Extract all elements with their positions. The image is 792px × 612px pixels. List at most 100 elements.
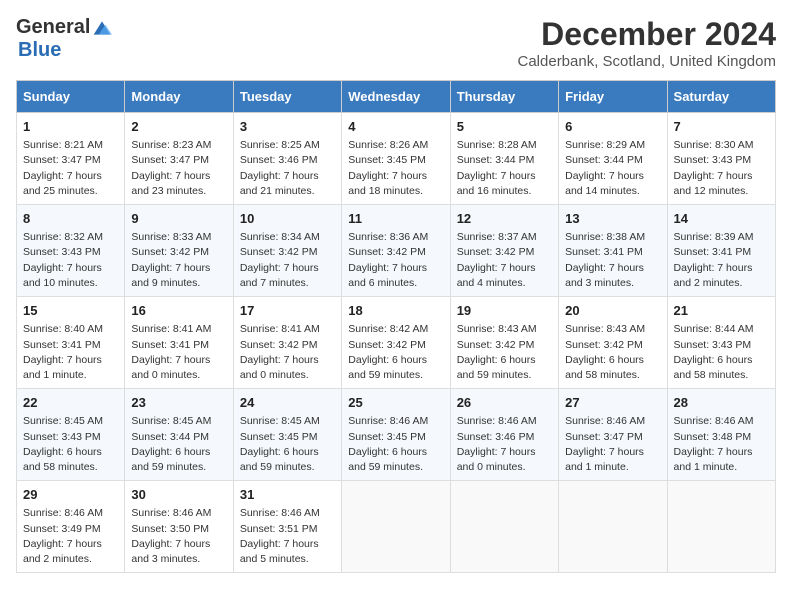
day-detail: Sunrise: 8:26 AM Sunset: 3:45 PM Dayligh…	[348, 138, 443, 199]
day-detail: Sunrise: 8:28 AM Sunset: 3:44 PM Dayligh…	[457, 138, 552, 199]
day-number: 1	[23, 118, 118, 136]
col-header-friday: Friday	[559, 81, 667, 113]
calendar-cell: 9 Sunrise: 8:33 AM Sunset: 3:42 PM Daylig…	[125, 205, 233, 297]
day-number: 19	[457, 302, 552, 320]
day-number: 11	[348, 210, 443, 228]
day-detail: Sunrise: 8:46 AM Sunset: 3:49 PM Dayligh…	[23, 506, 118, 567]
day-number: 8	[23, 210, 118, 228]
calendar-cell: 8 Sunrise: 8:32 AM Sunset: 3:43 PM Daylig…	[17, 205, 125, 297]
day-number: 25	[348, 394, 443, 412]
day-number: 21	[674, 302, 769, 320]
col-header-sunday: Sunday	[17, 81, 125, 113]
day-detail: Sunrise: 8:21 AM Sunset: 3:47 PM Dayligh…	[23, 138, 118, 199]
calendar-cell: 14 Sunrise: 8:39 AM Sunset: 3:41 PM Dayli…	[667, 205, 775, 297]
location: Calderbank, Scotland, United Kingdom	[518, 53, 777, 70]
calendar-cell: 10 Sunrise: 8:34 AM Sunset: 3:42 PM Dayli…	[233, 205, 341, 297]
col-header-wednesday: Wednesday	[342, 81, 450, 113]
day-detail: Sunrise: 8:39 AM Sunset: 3:41 PM Dayligh…	[674, 230, 769, 291]
day-detail: Sunrise: 8:36 AM Sunset: 3:42 PM Dayligh…	[348, 230, 443, 291]
day-number: 14	[674, 210, 769, 228]
calendar-cell	[342, 481, 450, 573]
day-detail: Sunrise: 8:46 AM Sunset: 3:45 PM Dayligh…	[348, 414, 443, 475]
calendar-cell: 15Sunrise: 8:40 AM Sunset: 3:41 PM Dayli…	[17, 297, 125, 389]
day-detail: Sunrise: 8:23 AM Sunset: 3:47 PM Dayligh…	[131, 138, 226, 199]
day-detail: Sunrise: 8:45 AM Sunset: 3:45 PM Dayligh…	[240, 414, 335, 475]
calendar-cell: 25 Sunrise: 8:46 AM Sunset: 3:45 PM Dayli…	[342, 389, 450, 481]
day-detail: Sunrise: 8:33 AM Sunset: 3:42 PM Dayligh…	[131, 230, 226, 291]
day-detail: Sunrise: 8:42 AM Sunset: 3:42 PM Dayligh…	[348, 322, 443, 383]
week-row-5: 29 Sunrise: 8:46 AM Sunset: 3:49 PM Dayli…	[17, 481, 776, 573]
calendar-cell: 16Sunrise: 8:41 AM Sunset: 3:41 PM Dayli…	[125, 297, 233, 389]
col-header-monday: Monday	[125, 81, 233, 113]
page-header: General Blue December 2024 Calderbank, S…	[16, 16, 776, 70]
day-detail: Sunrise: 8:34 AM Sunset: 3:42 PM Dayligh…	[240, 230, 335, 291]
day-number: 30	[131, 486, 226, 504]
day-number: 7	[674, 118, 769, 136]
calendar-cell: 23Sunrise: 8:45 AM Sunset: 3:44 PM Dayli…	[125, 389, 233, 481]
day-detail: Sunrise: 8:25 AM Sunset: 3:46 PM Dayligh…	[240, 138, 335, 199]
title-section: December 2024 Calderbank, Scotland, Unit…	[518, 16, 777, 70]
day-detail: Sunrise: 8:29 AM Sunset: 3:44 PM Dayligh…	[565, 138, 660, 199]
day-number: 15	[23, 302, 118, 320]
day-number: 3	[240, 118, 335, 136]
day-number: 29	[23, 486, 118, 504]
day-number: 6	[565, 118, 660, 136]
calendar-cell: 12 Sunrise: 8:37 AM Sunset: 3:42 PM Dayli…	[450, 205, 558, 297]
calendar-cell: 27Sunrise: 8:46 AM Sunset: 3:47 PM Dayli…	[559, 389, 667, 481]
day-detail: Sunrise: 8:30 AM Sunset: 3:43 PM Dayligh…	[674, 138, 769, 199]
calendar-cell	[667, 481, 775, 573]
calendar-cell: 13Sunrise: 8:38 AM Sunset: 3:41 PM Dayli…	[559, 205, 667, 297]
day-number: 10	[240, 210, 335, 228]
day-detail: Sunrise: 8:44 AM Sunset: 3:43 PM Dayligh…	[674, 322, 769, 383]
day-detail: Sunrise: 8:46 AM Sunset: 3:47 PM Dayligh…	[565, 414, 660, 475]
col-header-tuesday: Tuesday	[233, 81, 341, 113]
calendar-cell: 26 Sunrise: 8:46 AM Sunset: 3:46 PM Dayli…	[450, 389, 558, 481]
day-number: 26	[457, 394, 552, 412]
month-title: December 2024	[518, 16, 777, 53]
calendar-table: SundayMondayTuesdayWednesdayThursdayFrid…	[16, 80, 776, 573]
calendar-cell: 31 Sunrise: 8:46 AM Sunset: 3:51 PM Dayli…	[233, 481, 341, 573]
logo-blue-text: Blue	[18, 39, 61, 61]
calendar-cell: 19 Sunrise: 8:43 AM Sunset: 3:42 PM Dayli…	[450, 297, 558, 389]
logo: General Blue	[16, 16, 112, 62]
day-number: 5	[457, 118, 552, 136]
calendar-cell: 24 Sunrise: 8:45 AM Sunset: 3:45 PM Dayli…	[233, 389, 341, 481]
week-row-4: 22Sunrise: 8:45 AM Sunset: 3:43 PM Dayli…	[17, 389, 776, 481]
day-number: 20	[565, 302, 660, 320]
day-detail: Sunrise: 8:37 AM Sunset: 3:42 PM Dayligh…	[457, 230, 552, 291]
calendar-cell: 5 Sunrise: 8:28 AM Sunset: 3:44 PM Daylig…	[450, 113, 558, 205]
day-number: 2	[131, 118, 226, 136]
calendar-cell: 17Sunrise: 8:41 AM Sunset: 3:42 PM Dayli…	[233, 297, 341, 389]
day-number: 4	[348, 118, 443, 136]
day-number: 13	[565, 210, 660, 228]
calendar-cell: 18 Sunrise: 8:42 AM Sunset: 3:42 PM Dayli…	[342, 297, 450, 389]
day-detail: Sunrise: 8:41 AM Sunset: 3:41 PM Dayligh…	[131, 322, 226, 383]
day-number: 22	[23, 394, 118, 412]
calendar-cell	[559, 481, 667, 573]
col-header-thursday: Thursday	[450, 81, 558, 113]
week-row-1: 1 Sunrise: 8:21 AM Sunset: 3:47 PM Daylig…	[17, 113, 776, 205]
week-row-2: 8 Sunrise: 8:32 AM Sunset: 3:43 PM Daylig…	[17, 205, 776, 297]
calendar-cell: 29 Sunrise: 8:46 AM Sunset: 3:49 PM Dayli…	[17, 481, 125, 573]
calendar-cell: 4 Sunrise: 8:26 AM Sunset: 3:45 PM Daylig…	[342, 113, 450, 205]
day-detail: Sunrise: 8:43 AM Sunset: 3:42 PM Dayligh…	[457, 322, 552, 383]
calendar-cell: 30Sunrise: 8:46 AM Sunset: 3:50 PM Dayli…	[125, 481, 233, 573]
day-number: 17	[240, 302, 335, 320]
calendar-cell: 2 Sunrise: 8:23 AM Sunset: 3:47 PM Daylig…	[125, 113, 233, 205]
logo-general-text: General	[16, 16, 90, 39]
day-detail: Sunrise: 8:32 AM Sunset: 3:43 PM Dayligh…	[23, 230, 118, 291]
day-number: 28	[674, 394, 769, 412]
day-detail: Sunrise: 8:46 AM Sunset: 3:46 PM Dayligh…	[457, 414, 552, 475]
day-number: 24	[240, 394, 335, 412]
day-number: 31	[240, 486, 335, 504]
day-number: 9	[131, 210, 226, 228]
day-number: 18	[348, 302, 443, 320]
calendar-cell: 3 Sunrise: 8:25 AM Sunset: 3:46 PM Daylig…	[233, 113, 341, 205]
day-detail: Sunrise: 8:45 AM Sunset: 3:44 PM Dayligh…	[131, 414, 226, 475]
col-header-saturday: Saturday	[667, 81, 775, 113]
calendar-cell: 20Sunrise: 8:43 AM Sunset: 3:42 PM Dayli…	[559, 297, 667, 389]
calendar-cell	[450, 481, 558, 573]
day-detail: Sunrise: 8:46 AM Sunset: 3:51 PM Dayligh…	[240, 506, 335, 567]
calendar-cell: 22Sunrise: 8:45 AM Sunset: 3:43 PM Dayli…	[17, 389, 125, 481]
day-number: 12	[457, 210, 552, 228]
